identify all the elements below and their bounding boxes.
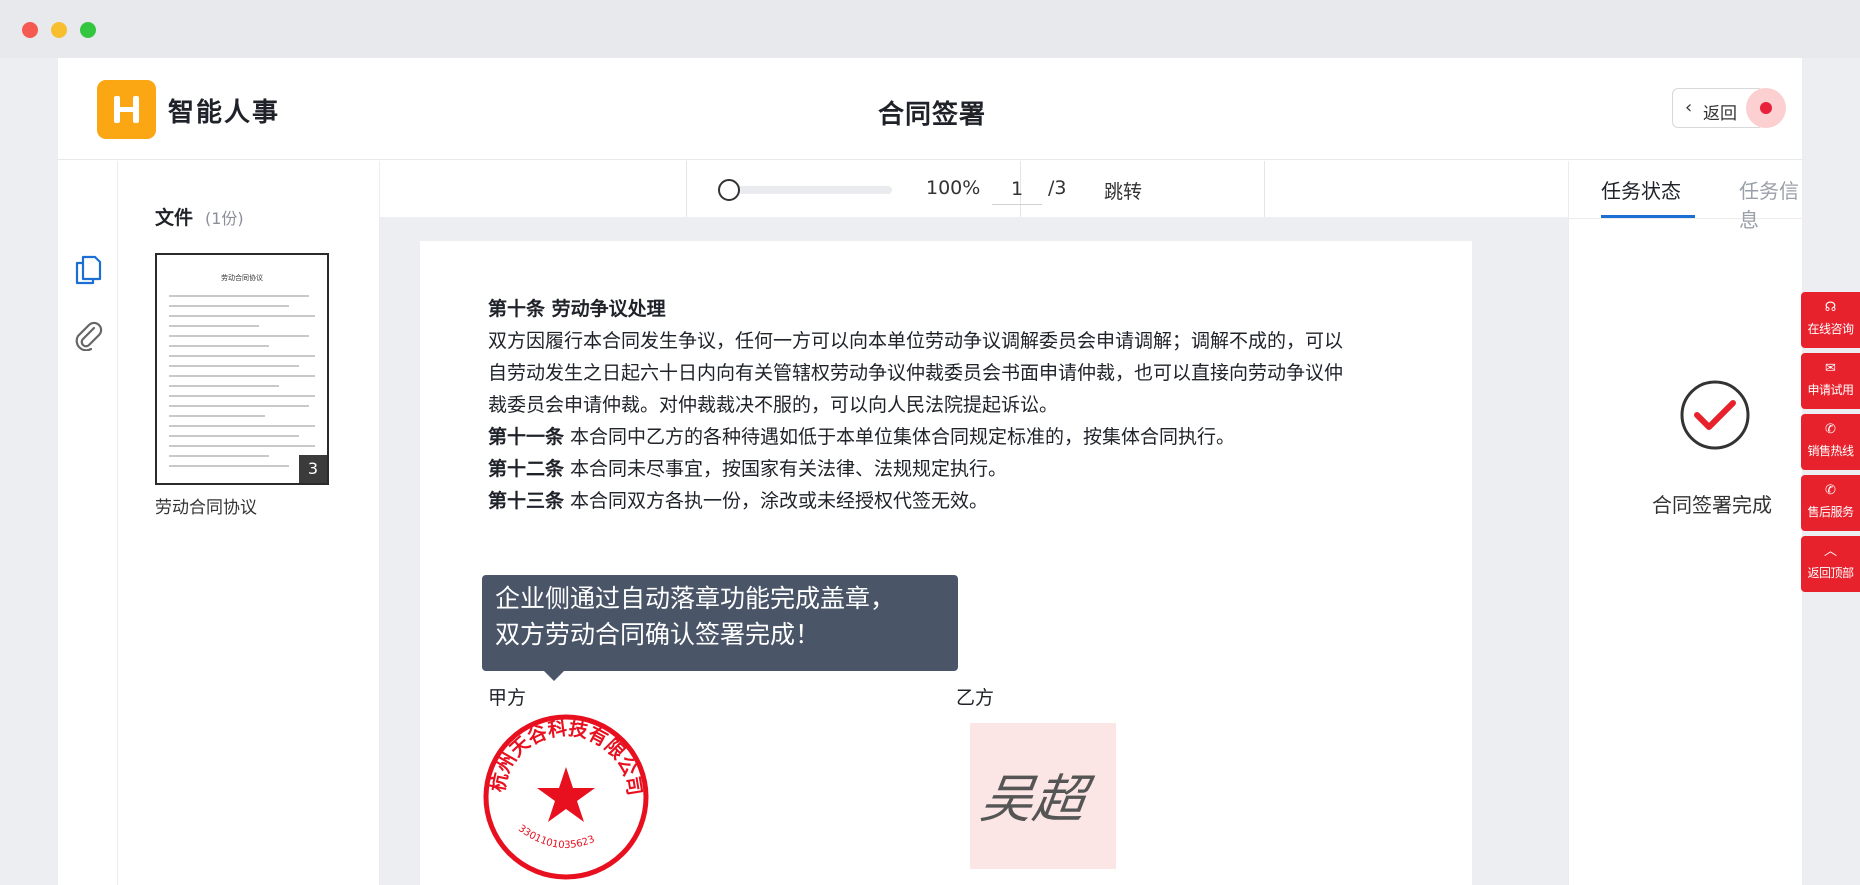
company-seal-image: 杭州天谷科技有限公司 3301101035623	[483, 714, 649, 880]
file-panel-heading: 文件	[155, 207, 194, 229]
thumbnail-page-count-badge: 3	[299, 455, 327, 483]
headset-icon: ☊	[1824, 300, 1837, 315]
float-sales-hotline-button[interactable]: ✆ 销售热线	[1801, 414, 1860, 470]
page-title: 合同签署	[878, 100, 987, 130]
thumbnail-title: 劳动合同协议	[221, 274, 263, 282]
paperclip-icon[interactable]	[72, 317, 104, 351]
clause-10-title: 第十条 劳动争议处理	[488, 298, 666, 320]
tooltip-line-1: 企业侧通过自动落章功能完成盖章，	[495, 584, 896, 613]
svg-text:3301101035623: 3301101035623	[516, 823, 596, 851]
record-dot-icon	[1760, 102, 1772, 114]
side-rail	[58, 161, 118, 885]
float-after-sales-button[interactable]: ✆ 售后服务	[1801, 475, 1860, 531]
clause-12: 第十二条 本合同未尽事宜，按国家有关法律、法规规定执行。	[488, 458, 1008, 480]
document-page: 第十条 劳动争议处理 双方因履行本合同发生争议，任何一方可以向本单位劳动争议调解…	[420, 241, 1472, 885]
float-back-to-top-button[interactable]: ︿ 返回顶部	[1801, 536, 1860, 592]
app-logo-icon	[97, 80, 156, 139]
zoom-slider-handle[interactable]	[718, 179, 740, 201]
auto-seal-tooltip: 企业侧通过自动落章功能完成盖章， 双方劳动合同确认签署完成！	[482, 575, 958, 681]
task-panel: 任务状态 任务信息 合同签署完成	[1568, 161, 1803, 885]
viewer-toolbar: 100% /3 跳转	[380, 161, 1568, 217]
float-apply-trial-button[interactable]: ✉ 申请试用	[1801, 353, 1860, 409]
window-minimize-button[interactable]	[51, 22, 67, 38]
zoom-level: 100%	[926, 177, 981, 199]
party-b-label: 乙方	[956, 687, 995, 709]
chevron-up-icon: ︿	[1823, 544, 1837, 559]
file-thumbnail[interactable]: 劳动合同协议 3	[155, 253, 329, 485]
float-online-consult-button[interactable]: ☊ 在线咨询	[1801, 292, 1860, 348]
clause-11: 第十一条 本合同中乙方的各种待遇如低于本单位集体合同规定标准的，按集体合同执行。	[488, 426, 1236, 448]
party-a-label: 甲方	[488, 687, 527, 709]
file-count: (1份)	[205, 209, 244, 228]
signature-image: 吴超	[970, 723, 1116, 869]
window-titlebar	[0, 0, 1860, 58]
page-number-input[interactable]	[992, 173, 1042, 205]
window-maximize-button[interactable]	[80, 22, 96, 38]
window-close-button[interactable]	[22, 22, 38, 38]
clause-10-line-2: 自劳动发生之日起六十日内向有关管辖权劳动争议仲裁委员会书面申请仲裁，也可以直接向…	[488, 362, 1344, 384]
phone-icon: ✆	[1825, 483, 1836, 498]
jump-button[interactable]: 跳转	[1104, 177, 1142, 204]
app-header: 智能人事 合同签署 ‹ 返回	[58, 58, 1802, 160]
svg-text:吴超: 吴超	[977, 770, 1097, 830]
task-tabs: 任务状态 任务信息	[1569, 161, 1803, 232]
check-circle-icon	[1680, 380, 1750, 450]
record-button[interactable]	[1746, 88, 1786, 128]
mail-icon: ✉	[1825, 361, 1836, 376]
phone-icon: ✆	[1825, 422, 1836, 437]
app-window: 智能人事 合同签署 ‹ 返回 文件 (1份) 劳动合同协议 3 劳动合同协议 1…	[58, 58, 1803, 885]
tab-task-info[interactable]: 任务信息	[1739, 175, 1803, 233]
tab-task-status[interactable]: 任务状态	[1601, 175, 1681, 204]
page-total: /3	[1048, 177, 1067, 199]
clause-10-line-3: 裁委员会申请仲裁。对仲裁裁决不服的，可以向人民法院提起诉讼。	[488, 394, 1059, 416]
file-name[interactable]: 劳动合同协议	[155, 493, 257, 518]
chevron-left-icon: ‹	[1685, 97, 1693, 118]
zoom-slider-track[interactable]	[724, 186, 892, 194]
file-copy-icon[interactable]	[72, 253, 104, 287]
document-viewer[interactable]: 第十条 劳动争议处理 双方因履行本合同发生争议，任何一方可以向本单位劳动争议调解…	[380, 217, 1568, 885]
active-tab-indicator	[1601, 215, 1695, 218]
tooltip-line-2: 双方劳动合同确认签署完成！	[495, 620, 821, 649]
back-button-label: 返回	[1703, 104, 1737, 124]
clause-10-line-1: 双方因履行本合同发生争议，任何一方可以向本单位劳动争议调解委员会申请调解；调解不…	[488, 330, 1344, 352]
file-panel: 文件 (1份) 劳动合同协议 3 劳动合同协议	[119, 161, 380, 885]
clause-13: 第十三条 本合同双方各执一份，涂改或未经授权代签无效。	[488, 490, 989, 512]
app-brand-name: 智能人事	[168, 98, 281, 128]
